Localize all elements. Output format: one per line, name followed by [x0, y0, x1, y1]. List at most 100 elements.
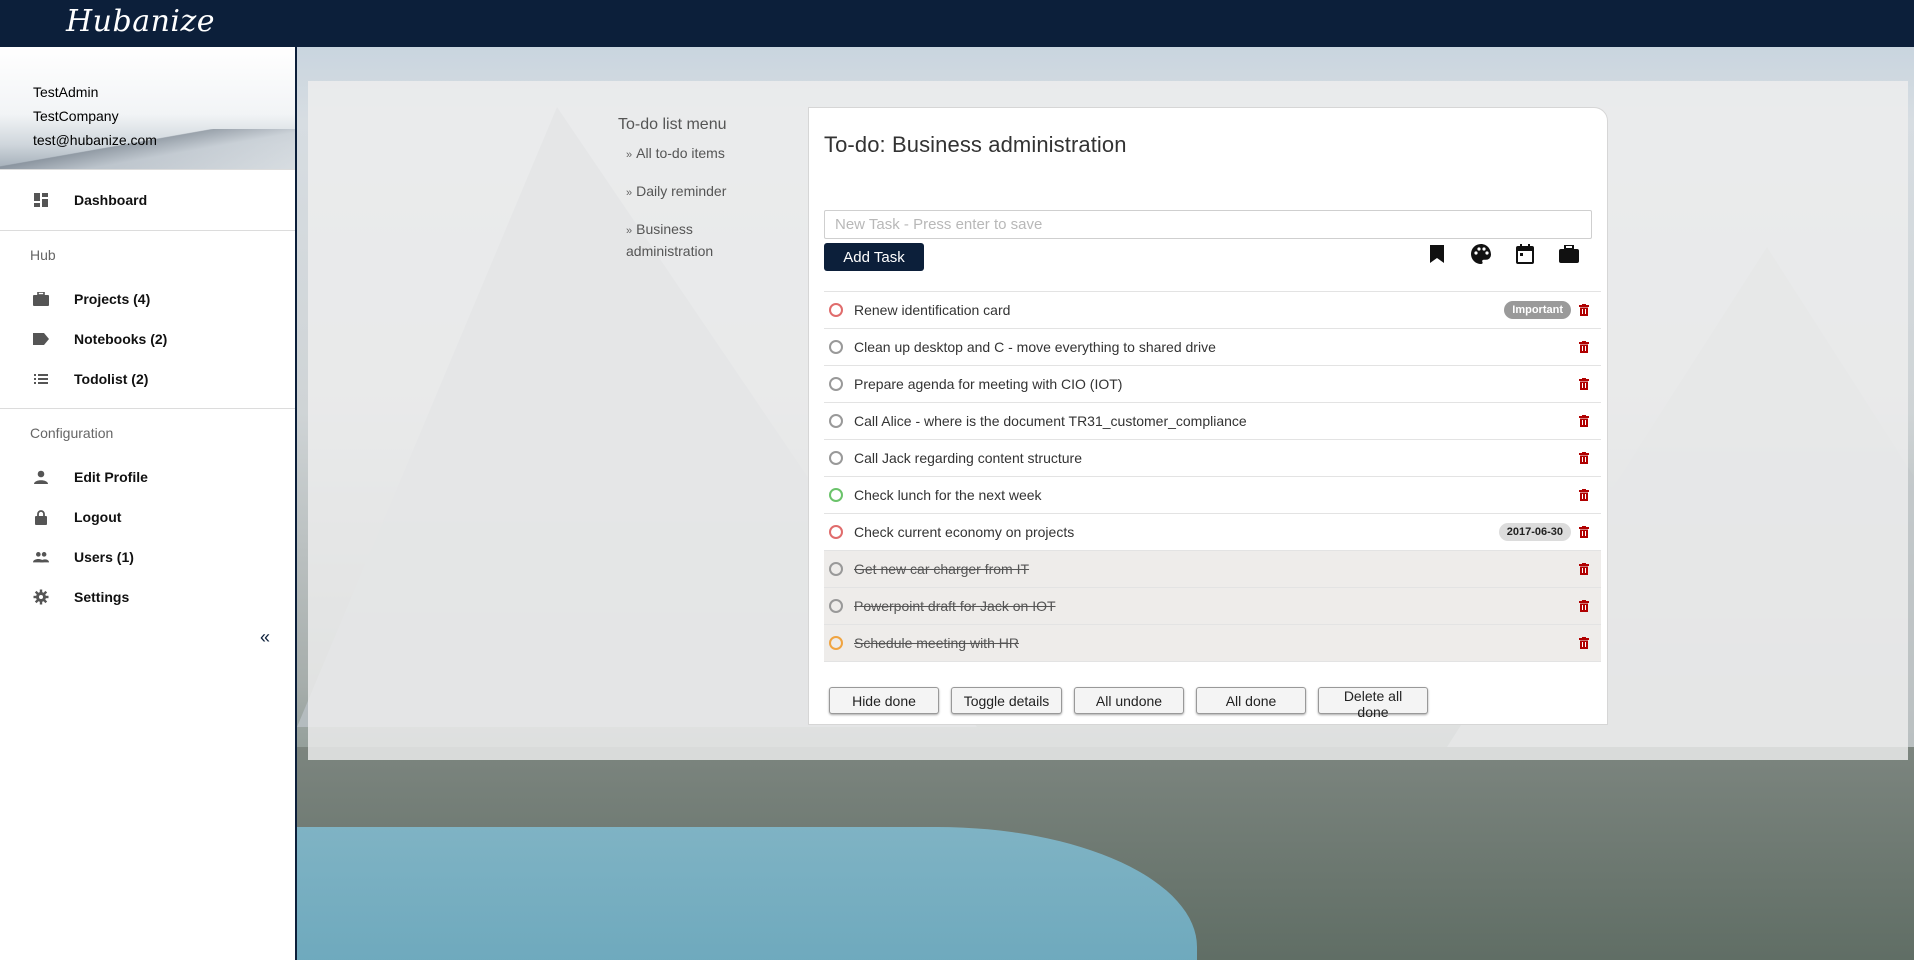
- chevron-right-icon: »: [626, 187, 633, 199]
- new-task-input[interactable]: [824, 210, 1592, 239]
- briefcase-icon[interactable]: [1557, 242, 1581, 266]
- trash-icon[interactable]: [1577, 525, 1591, 539]
- toggle-details-button[interactable]: Toggle details: [951, 687, 1062, 714]
- important-badge: Important: [1504, 301, 1571, 319]
- todo-menu-item-daily-reminder[interactable]: » Daily reminder: [618, 181, 768, 203]
- task-text[interactable]: Check lunch for the next week: [854, 487, 1577, 503]
- calendar-icon[interactable]: [1513, 242, 1537, 266]
- configuration-heading: Configuration: [30, 425, 114, 441]
- task-row[interactable]: Check lunch for the next week: [824, 476, 1601, 513]
- sidebar-item-users[interactable]: Users (1): [0, 537, 295, 577]
- sidebar: TestAdmin TestCompany test@hubanize.com …: [0, 47, 297, 960]
- profile-email: test@hubanize.com: [33, 132, 157, 148]
- trash-icon[interactable]: [1577, 636, 1591, 650]
- sidebar-item-label: Logout: [74, 509, 122, 525]
- todo-menu-item-label: All to-do items: [636, 145, 725, 161]
- task-text[interactable]: Prepare agenda for meeting with CIO (IOT…: [854, 376, 1577, 392]
- sidebar-item-label: Edit Profile: [74, 469, 148, 485]
- sidebar-item-settings[interactable]: Settings: [0, 577, 295, 617]
- trash-icon[interactable]: [1577, 377, 1591, 391]
- sidebar-item-label: Notebooks (2): [74, 331, 168, 347]
- sidebar-item-projects[interactable]: Projects (4): [0, 279, 295, 319]
- task-status-toggle[interactable]: [829, 562, 843, 576]
- task-status-toggle[interactable]: [829, 525, 843, 539]
- todo-menu-item-label: Business administration: [626, 221, 714, 259]
- profile-username: TestAdmin: [33, 84, 99, 100]
- task-text[interactable]: Schedule meeting with HR: [854, 635, 1577, 651]
- trash-icon[interactable]: [1577, 562, 1591, 576]
- task-list: Renew identification card Important Clea…: [824, 291, 1601, 662]
- list-icon: [33, 371, 49, 387]
- chevron-right-icon: »: [626, 225, 633, 237]
- dashboard-icon: [33, 192, 49, 208]
- task-text[interactable]: Get new car charger from IT: [854, 561, 1577, 577]
- delete-all-done-button[interactable]: Delete all done: [1318, 687, 1428, 720]
- page-title: To-do: Business administration: [824, 132, 1127, 157]
- sidebar-item-dashboard[interactable]: Dashboard: [0, 180, 295, 220]
- hide-done-button[interactable]: Hide done: [829, 687, 939, 714]
- task-row[interactable]: Call Alice - where is the document TR31_…: [824, 402, 1601, 439]
- task-row[interactable]: Prepare agenda for meeting with CIO (IOT…: [824, 365, 1601, 402]
- trash-icon[interactable]: [1577, 414, 1591, 428]
- sidebar-item-edit-profile[interactable]: Edit Profile: [0, 457, 295, 497]
- task-row-done[interactable]: Schedule meeting with HR: [824, 624, 1601, 661]
- top-bar: Hubanize: [0, 0, 1914, 47]
- task-row-done[interactable]: Get new car charger from IT: [824, 550, 1601, 587]
- task-tools: [1425, 242, 1581, 266]
- trash-icon[interactable]: [1577, 451, 1591, 465]
- bookmark-icon[interactable]: [1425, 242, 1449, 266]
- label-icon: [33, 331, 49, 347]
- profile-header: TestAdmin TestCompany test@hubanize.com: [0, 47, 295, 169]
- task-row[interactable]: Call Jack regarding content structure: [824, 439, 1601, 476]
- brand-logo[interactable]: Hubanize: [66, 4, 215, 39]
- sidebar-item-label: Projects (4): [74, 291, 151, 307]
- briefcase-icon: [33, 291, 49, 307]
- sidebar-item-label: Todolist (2): [74, 371, 149, 387]
- task-status-toggle[interactable]: [829, 303, 843, 317]
- task-status-toggle[interactable]: [829, 488, 843, 502]
- trash-icon[interactable]: [1577, 303, 1591, 317]
- due-date-badge: 2017-06-30: [1498, 523, 1571, 541]
- sidebar-item-label: Settings: [74, 589, 130, 605]
- todo-menu-item-label: Daily reminder: [636, 183, 727, 199]
- task-status-toggle[interactable]: [829, 340, 843, 354]
- trash-icon[interactable]: [1577, 340, 1591, 354]
- task-status-toggle[interactable]: [829, 636, 843, 650]
- task-text[interactable]: Clean up desktop and C - move everything…: [854, 339, 1577, 355]
- trash-icon[interactable]: [1577, 488, 1591, 502]
- todo-menu-item-all[interactable]: » All to-do items: [618, 143, 768, 165]
- add-task-button[interactable]: Add Task: [824, 243, 924, 271]
- task-text[interactable]: Call Jack regarding content structure: [854, 450, 1577, 466]
- person-icon: [33, 469, 49, 485]
- task-row[interactable]: Renew identification card Important: [824, 291, 1601, 328]
- profile-company: TestCompany: [33, 108, 119, 124]
- all-undone-button[interactable]: All undone: [1074, 687, 1184, 714]
- people-icon: [33, 549, 49, 565]
- task-text[interactable]: Call Alice - where is the document TR31_…: [854, 413, 1577, 429]
- sidebar-item-logout[interactable]: Logout: [0, 497, 295, 537]
- trash-icon[interactable]: [1577, 599, 1591, 613]
- gear-icon: [33, 589, 49, 605]
- task-status-toggle[interactable]: [829, 414, 843, 428]
- task-row-done[interactable]: Powerpoint draft for Jack on IOT: [824, 587, 1601, 624]
- sidebar-item-label: Users (1): [74, 549, 134, 565]
- collapse-sidebar-button[interactable]: «: [260, 627, 270, 648]
- sidebar-item-label: Dashboard: [74, 192, 148, 208]
- all-done-button[interactable]: All done: [1196, 687, 1306, 714]
- task-text[interactable]: Renew identification card: [854, 302, 1504, 318]
- task-text[interactable]: Powerpoint draft for Jack on IOT: [854, 598, 1577, 614]
- sidebar-item-todolist[interactable]: Todolist (2): [0, 359, 295, 399]
- task-row[interactable]: Clean up desktop and C - move everything…: [824, 328, 1601, 365]
- footer-actions: Hide done Toggle details All undone All …: [829, 687, 1428, 720]
- todo-list-menu: To-do list menu » All to-do items » Daily …: [618, 116, 768, 277]
- task-row[interactable]: Check current economy on projects 2017-0…: [824, 513, 1601, 550]
- hub-heading: Hub: [30, 247, 56, 263]
- palette-icon[interactable]: [1469, 242, 1493, 266]
- task-status-toggle[interactable]: [829, 451, 843, 465]
- task-status-toggle[interactable]: [829, 599, 843, 613]
- sidebar-item-notebooks[interactable]: Notebooks (2): [0, 319, 295, 359]
- task-text[interactable]: Check current economy on projects: [854, 524, 1499, 540]
- lock-icon: [33, 509, 49, 525]
- todo-menu-item-business-administration[interactable]: » Business administration: [618, 219, 768, 261]
- task-status-toggle[interactable]: [829, 377, 843, 391]
